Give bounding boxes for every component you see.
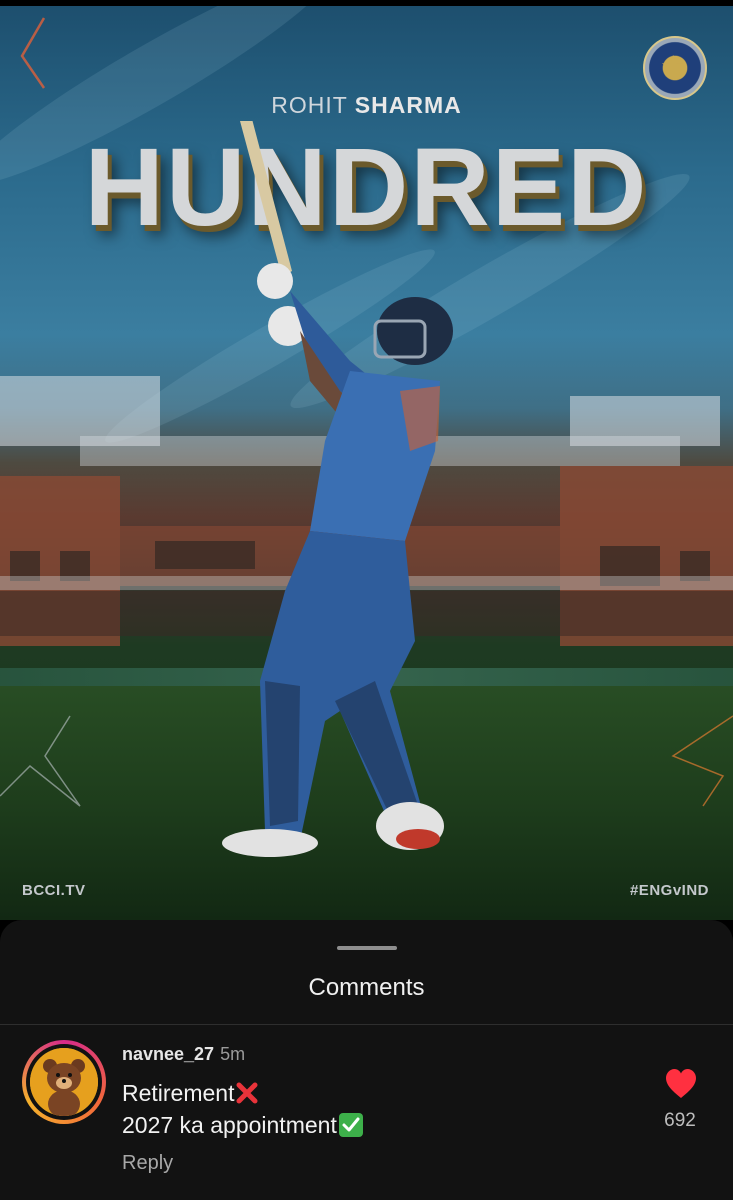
comments-title: Comments bbox=[308, 974, 425, 1001]
post-image[interactable]: ROHIT SHARMA HUNDRED BCCI.TV #ENGvIND bbox=[0, 6, 733, 920]
star-accent-icon bbox=[0, 715, 81, 807]
comment-text-line1: Retirement bbox=[122, 1080, 259, 1107]
comment-item: navnee_27 5m Retirement 2027 ka appointme… bbox=[0, 1038, 733, 1188]
chevron-left-icon[interactable] bbox=[14, 14, 54, 94]
cross-mark-emoji-icon bbox=[236, 1082, 258, 1104]
comment-timestamp: 5m bbox=[220, 1044, 246, 1064]
comment-text-line2: 2027 ka appointment bbox=[122, 1112, 364, 1139]
batsman-image bbox=[222, 121, 453, 857]
like-count: 692 bbox=[664, 1110, 696, 1131]
drag-handle[interactable] bbox=[337, 946, 397, 950]
divider bbox=[0, 1024, 733, 1025]
check-mark-emoji-icon bbox=[338, 1113, 363, 1137]
teddy-bear-icon bbox=[30, 1048, 98, 1116]
bcci-tv-watermark: BCCI.TV bbox=[22, 882, 86, 899]
heart-icon[interactable] bbox=[664, 1068, 698, 1100]
player-name: ROHIT SHARMA bbox=[271, 92, 462, 118]
comment-username[interactable]: navnee_27 5m bbox=[122, 1044, 245, 1065]
avatar[interactable] bbox=[22, 1040, 106, 1124]
bcci-logo bbox=[643, 36, 707, 100]
reply-button[interactable]: Reply bbox=[122, 1152, 173, 1175]
star-accent-icon bbox=[671, 715, 733, 807]
hashtag-watermark: #ENGvIND bbox=[629, 882, 709, 899]
comments-sheet: Comments navnee_27 5m Retirement 2027 ka… bbox=[0, 920, 733, 1200]
